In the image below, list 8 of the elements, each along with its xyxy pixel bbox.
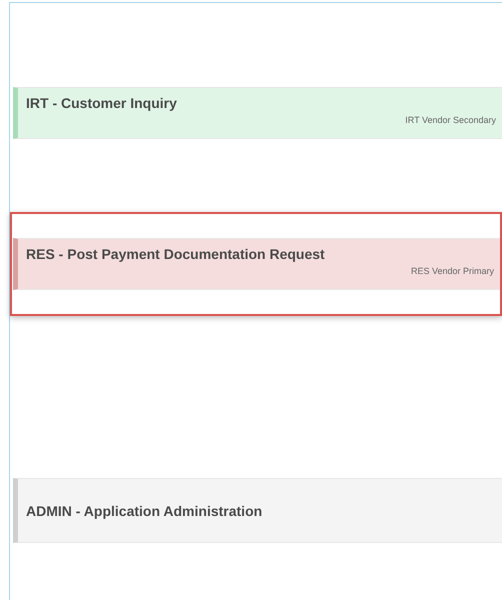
card-subtitle: IRT Vendor Secondary [405, 114, 496, 127]
card-title: ADMIN - Application Administration [26, 502, 264, 520]
task-card[interactable]: ADMIN - Application Administration [13, 478, 502, 543]
card-subtitle: RES Vendor Primary [410, 265, 494, 278]
task-card[interactable]: IRT - Customer Inquiry IRT Vendor Secondary [13, 87, 502, 139]
card-title: RES - Post Payment Documentation Request [26, 245, 326, 263]
task-card[interactable]: RES - Post Payment Documentation Request RES Vendor Primary [13, 238, 500, 290]
card-title: IRT - Customer Inquiry [26, 94, 178, 112]
